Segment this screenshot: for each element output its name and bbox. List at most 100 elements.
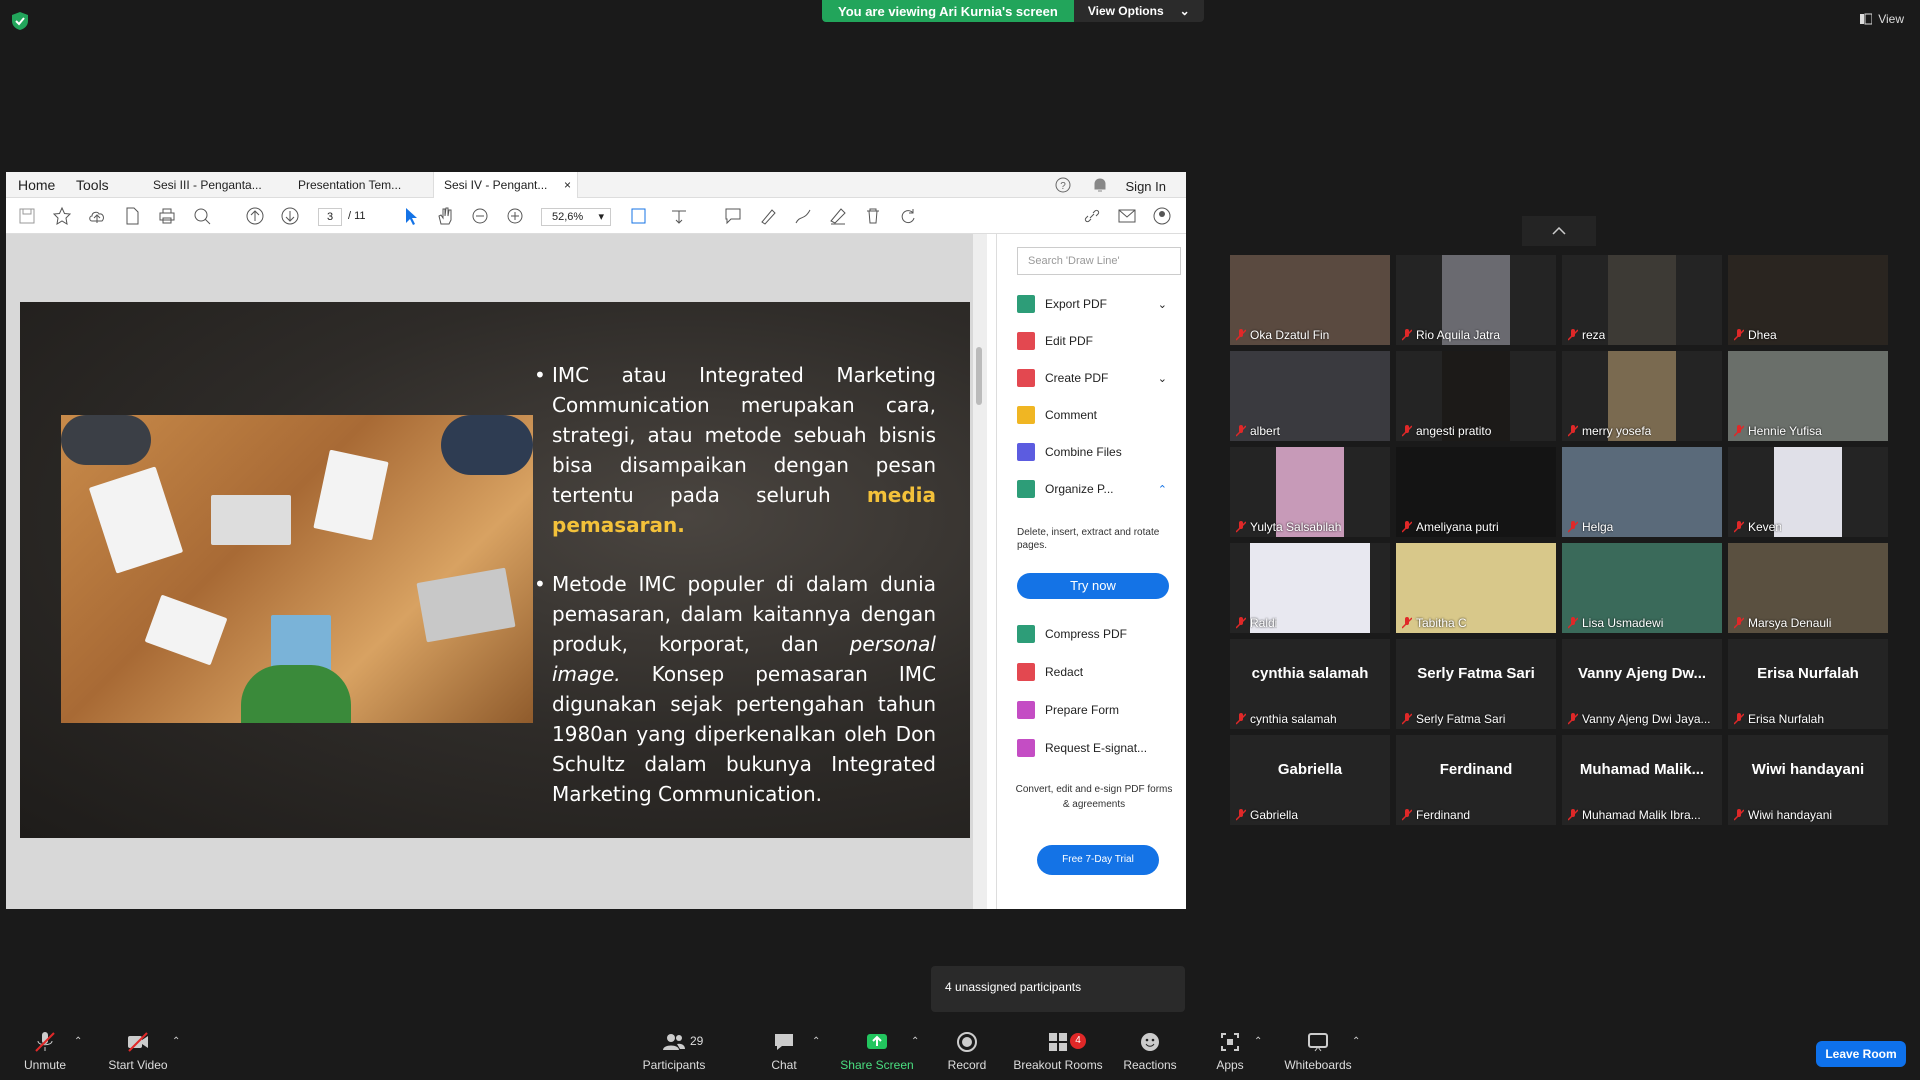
- tool-edit-pdf[interactable]: Edit PDF: [1017, 326, 1177, 356]
- next-page-icon[interactable]: [279, 205, 301, 227]
- start-video-button[interactable]: Start Video: [93, 1030, 183, 1072]
- breakout-rooms-button[interactable]: Breakout Rooms: [1013, 1030, 1103, 1072]
- tool-export-pdf[interactable]: Export PDF ⌄: [1017, 289, 1177, 319]
- select-cursor-icon[interactable]: [399, 205, 421, 227]
- muted-mic-icon: [1402, 329, 1412, 341]
- record-button[interactable]: Record: [922, 1030, 1012, 1072]
- tool-compress-pdf[interactable]: Compress PDF: [1017, 619, 1177, 649]
- participant-tile[interactable]: Oka Dzatul Fin: [1230, 255, 1390, 345]
- tool-create-pdf[interactable]: Create PDF ⌄: [1017, 363, 1177, 393]
- document-scroll-thumb[interactable]: [976, 347, 982, 405]
- whiteboards-button[interactable]: Whiteboards: [1273, 1030, 1363, 1072]
- tool-organize-pages[interactable]: Organize P... ⌃: [1017, 474, 1177, 504]
- comment-icon[interactable]: [722, 205, 744, 227]
- reactions-button[interactable]: Reactions: [1105, 1030, 1195, 1072]
- rotate-icon[interactable]: [897, 205, 919, 227]
- highlight-pen-icon[interactable]: [757, 205, 779, 227]
- participant-tile[interactable]: Raldi: [1230, 543, 1390, 633]
- participant-tile[interactable]: Muhamad Malik... Muhamad Malik Ibra...: [1562, 735, 1722, 825]
- doc-tab[interactable]: Sesi III - Penganta...: [143, 172, 288, 198]
- participant-name: Ameliyana putri: [1416, 520, 1499, 534]
- hand-tool-icon[interactable]: [434, 205, 456, 227]
- scroll-mode-icon[interactable]: [668, 205, 690, 227]
- participant-tile[interactable]: Vanny Ajeng Dw... Vanny Ajeng Dwi Jaya...: [1562, 639, 1722, 729]
- participant-tile[interactable]: angesti pratito: [1396, 351, 1556, 441]
- participant-name-label: Tabitha C: [1402, 616, 1467, 630]
- bookmark-star-icon[interactable]: [51, 205, 73, 227]
- email-icon[interactable]: [1116, 205, 1138, 227]
- tool-redact[interactable]: Redact: [1017, 657, 1177, 687]
- security-shield-icon[interactable]: [12, 12, 28, 30]
- view-options-button[interactable]: View Options ⌄: [1073, 0, 1204, 22]
- document-view[interactable]: IMC atau Integrated Marketing Communicat…: [6, 234, 976, 909]
- tool-comment[interactable]: Comment: [1017, 400, 1177, 430]
- participant-tile[interactable]: Serly Fatma Sari Serly Fatma Sari: [1396, 639, 1556, 729]
- participant-tile[interactable]: Lisa Usmadewi: [1562, 543, 1722, 633]
- gallery-collapse-button[interactable]: [1522, 216, 1596, 246]
- apps-options-caret-icon[interactable]: ⌃: [1254, 1036, 1262, 1047]
- participant-tile[interactable]: merry yosefa: [1562, 351, 1722, 441]
- account-icon[interactable]: [1151, 205, 1173, 227]
- delete-trash-icon[interactable]: [862, 205, 884, 227]
- muted-mic-icon: [1402, 713, 1412, 725]
- whiteboards-options-caret-icon[interactable]: ⌃: [1352, 1036, 1360, 1047]
- page-number-input[interactable]: 3: [318, 208, 342, 226]
- participant-tile[interactable]: Tabitha C: [1396, 543, 1556, 633]
- participant-tile[interactable]: Helga: [1562, 447, 1722, 537]
- participant-tile[interactable]: albert: [1230, 351, 1390, 441]
- participant-tile[interactable]: Erisa Nurfalah Erisa Nurfalah: [1728, 639, 1888, 729]
- sign-icon[interactable]: [827, 205, 849, 227]
- tools-panel: Search 'Draw Line' Export PDF ⌄ Edit PDF …: [996, 234, 1186, 909]
- participant-tile[interactable]: Keven: [1728, 447, 1888, 537]
- participant-tile[interactable]: Hennie Yufisa: [1728, 351, 1888, 441]
- nav-tools[interactable]: Tools: [76, 177, 109, 193]
- share-link-icon[interactable]: [1081, 205, 1103, 227]
- participant-tile[interactable]: reza: [1562, 255, 1722, 345]
- nav-home[interactable]: Home: [18, 177, 55, 193]
- doc-tab[interactable]: Presentation Tem...: [288, 172, 433, 198]
- free-trial-button[interactable]: Free 7-Day Trial: [1037, 845, 1159, 875]
- share-screen-button[interactable]: Share Screen: [832, 1030, 922, 1072]
- participants-button[interactable]: Participants: [629, 1030, 719, 1072]
- participant-name: Wiwi handayani: [1748, 808, 1833, 822]
- draw-icon[interactable]: [792, 205, 814, 227]
- tool-prepare-form[interactable]: Prepare Form: [1017, 695, 1177, 725]
- zoom-out-icon[interactable]: [469, 205, 491, 227]
- participant-tile[interactable]: Gabriella Gabriella: [1230, 735, 1390, 825]
- participant-tile[interactable]: Yulyta Salsabilah: [1230, 447, 1390, 537]
- page-fit-icon[interactable]: [628, 205, 650, 227]
- tool-combine-files[interactable]: Combine Files: [1017, 437, 1177, 467]
- zoom-search-icon[interactable]: [191, 205, 213, 227]
- leave-room-button[interactable]: Leave Room: [1816, 1041, 1906, 1067]
- print-icon[interactable]: [156, 205, 178, 227]
- share-options-caret-icon[interactable]: ⌃: [911, 1036, 919, 1047]
- previous-page-icon[interactable]: [244, 205, 266, 227]
- participant-tile[interactable]: Rio Aquila Jatra: [1396, 255, 1556, 345]
- participant-tile[interactable]: Marsya Denauli: [1728, 543, 1888, 633]
- close-tab-icon[interactable]: ×: [564, 178, 571, 192]
- zoom-level-select[interactable]: 52,6% ▾: [541, 208, 611, 226]
- notification-bell-icon[interactable]: [1091, 176, 1109, 194]
- upload-cloud-icon[interactable]: [86, 205, 108, 227]
- video-options-caret-icon[interactable]: ⌃: [172, 1036, 180, 1047]
- view-button[interactable]: View: [1860, 12, 1904, 26]
- save-icon[interactable]: [16, 205, 38, 227]
- audio-options-caret-icon[interactable]: ⌃: [74, 1036, 82, 1047]
- chat-options-caret-icon[interactable]: ⌃: [812, 1036, 820, 1047]
- zoom-in-icon[interactable]: [504, 205, 526, 227]
- participant-tile[interactable]: Wiwi handayani Wiwi handayani: [1728, 735, 1888, 825]
- participant-tile[interactable]: Dhea: [1728, 255, 1888, 345]
- participant-tile[interactable]: cynthia salamah cynthia salamah: [1230, 639, 1390, 729]
- help-icon[interactable]: ?: [1054, 176, 1072, 194]
- tool-request-esignature[interactable]: Request E-signat...: [1017, 733, 1177, 763]
- sign-in-link[interactable]: Sign In: [1126, 179, 1166, 194]
- unassigned-participants-tooltip[interactable]: 4 unassigned participants: [931, 966, 1185, 1012]
- participant-tile[interactable]: Ameliyana putri: [1396, 447, 1556, 537]
- doc-tab-active[interactable]: Sesi IV - Pengant... ×: [433, 172, 578, 198]
- tool-label: Comment: [1045, 408, 1098, 422]
- create-file-icon[interactable]: [121, 205, 143, 227]
- tools-search-input[interactable]: Search 'Draw Line': [1017, 247, 1181, 275]
- document-scrollbar[interactable]: [973, 234, 987, 909]
- try-now-button[interactable]: Try now: [1017, 573, 1169, 599]
- participant-tile[interactable]: Ferdinand Ferdinand: [1396, 735, 1556, 825]
